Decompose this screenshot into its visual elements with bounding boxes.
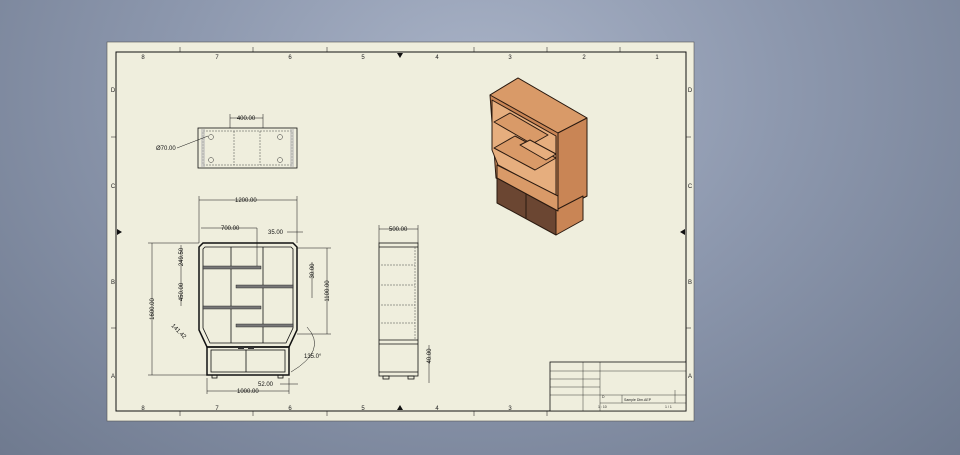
dim-depth: 500.00 bbox=[389, 227, 408, 233]
dim-shelf-width: 700.00 bbox=[221, 226, 240, 232]
dim-angle: 135.0° bbox=[304, 354, 322, 360]
dim-overall-width: 1200.00 bbox=[235, 198, 257, 204]
dim-upper-height: 1100.00 bbox=[325, 280, 331, 302]
zone-row-b: B bbox=[111, 280, 115, 286]
dim-base-offset: 52.00 bbox=[258, 382, 274, 388]
dim-top-gap: 249.50 bbox=[179, 247, 185, 266]
zone-row-c-right: C bbox=[688, 184, 693, 190]
dim-shelf-spacing: 450.00 bbox=[179, 282, 185, 301]
zone-row-d: D bbox=[111, 88, 116, 94]
dim-overall-height: 1600.00 bbox=[150, 298, 156, 320]
zone-row-b-right: B bbox=[688, 280, 692, 286]
dim-foot-height: 40.00 bbox=[427, 348, 433, 364]
dim-offset: 35.00 bbox=[268, 230, 284, 236]
dim-top-400: 400.00 bbox=[237, 116, 256, 122]
title-file-name: Sample Dim.AEP bbox=[624, 398, 652, 402]
dim-shelf-thickness: 30.00 bbox=[310, 263, 316, 279]
zone-row-a: A bbox=[111, 374, 115, 380]
dim-hole-diameter: Ø70.00 bbox=[156, 146, 176, 152]
title-sheet: 1 / 1 bbox=[665, 405, 672, 409]
zone-row-c: C bbox=[111, 184, 116, 190]
dim-base-width: 1000.00 bbox=[237, 389, 259, 395]
title-scale: 1 : 10 bbox=[598, 405, 607, 409]
zone-row-a-right: A bbox=[688, 374, 692, 380]
zone-row-d-right: D bbox=[688, 88, 693, 94]
title-block: D Sample Dim.AEP 1 : 10 1 / 1 bbox=[549, 361, 687, 412]
drawing-viewport[interactable]: 8 7 6 5 4 3 2 1 8 7 6 5 4 3 D C B A D C … bbox=[0, 0, 960, 455]
